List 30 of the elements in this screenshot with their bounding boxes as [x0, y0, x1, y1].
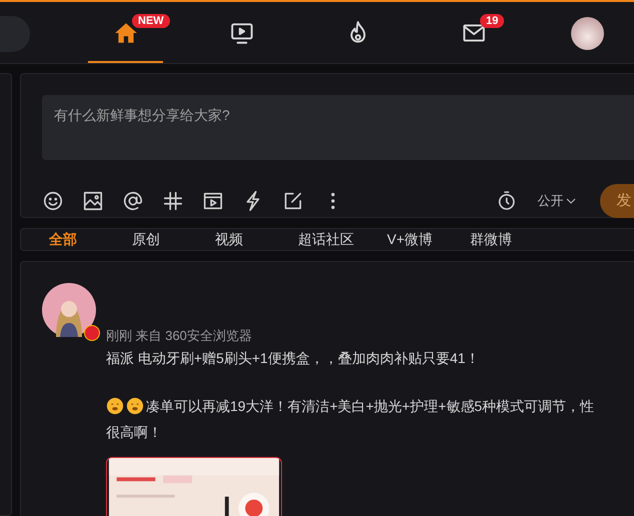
filter-tab[interactable]: 视频: [215, 229, 265, 250]
at-icon[interactable]: [122, 190, 144, 212]
post-text: 很高啊！: [106, 423, 162, 442]
verified-badge: [84, 325, 100, 341]
avatar[interactable]: [571, 17, 604, 50]
caret-icon: [566, 198, 576, 204]
post-text: 福派 电动牙刷+赠5刷头+1便携盒，，叠加肉肉补贴只要41！: [106, 349, 480, 368]
post-text: 凑单可以再减19大洋！有清洁+美白+抛光+护理+敏感5种模式可调节，性: [146, 397, 594, 416]
timer-icon[interactable]: [496, 190, 518, 212]
filter-tab[interactable]: 全部: [49, 229, 99, 250]
filter-tab[interactable]: 原创: [132, 229, 182, 250]
visibility-dropdown[interactable]: 公开: [537, 191, 576, 211]
post-meta: 刚刚 来自 360安全浏览器: [106, 327, 253, 345]
filter-tab[interactable]: 群微博: [470, 229, 520, 250]
notification-badge: 19: [480, 14, 504, 28]
image-icon[interactable]: [82, 190, 104, 212]
emoji-icon: [106, 397, 124, 415]
filter-tab[interactable]: V+微博: [387, 229, 437, 250]
nav-tab[interactable]: 19: [436, 2, 518, 63]
filter-tab[interactable]: 超话社区: [298, 229, 354, 250]
submit-button[interactable]: 发: [600, 184, 634, 218]
hash-icon[interactable]: [162, 190, 184, 212]
emoji-icon[interactable]: [42, 190, 64, 212]
avatar[interactable]: [42, 283, 96, 337]
nav-tab[interactable]: NEW: [88, 2, 170, 63]
video-icon[interactable]: [202, 190, 224, 212]
edit-icon[interactable]: [282, 190, 304, 212]
emoji-icon: [126, 397, 144, 415]
post-input-field[interactable]: 有什么新鲜事想分享给大家?: [42, 95, 634, 160]
notification-badge: NEW: [132, 14, 170, 28]
